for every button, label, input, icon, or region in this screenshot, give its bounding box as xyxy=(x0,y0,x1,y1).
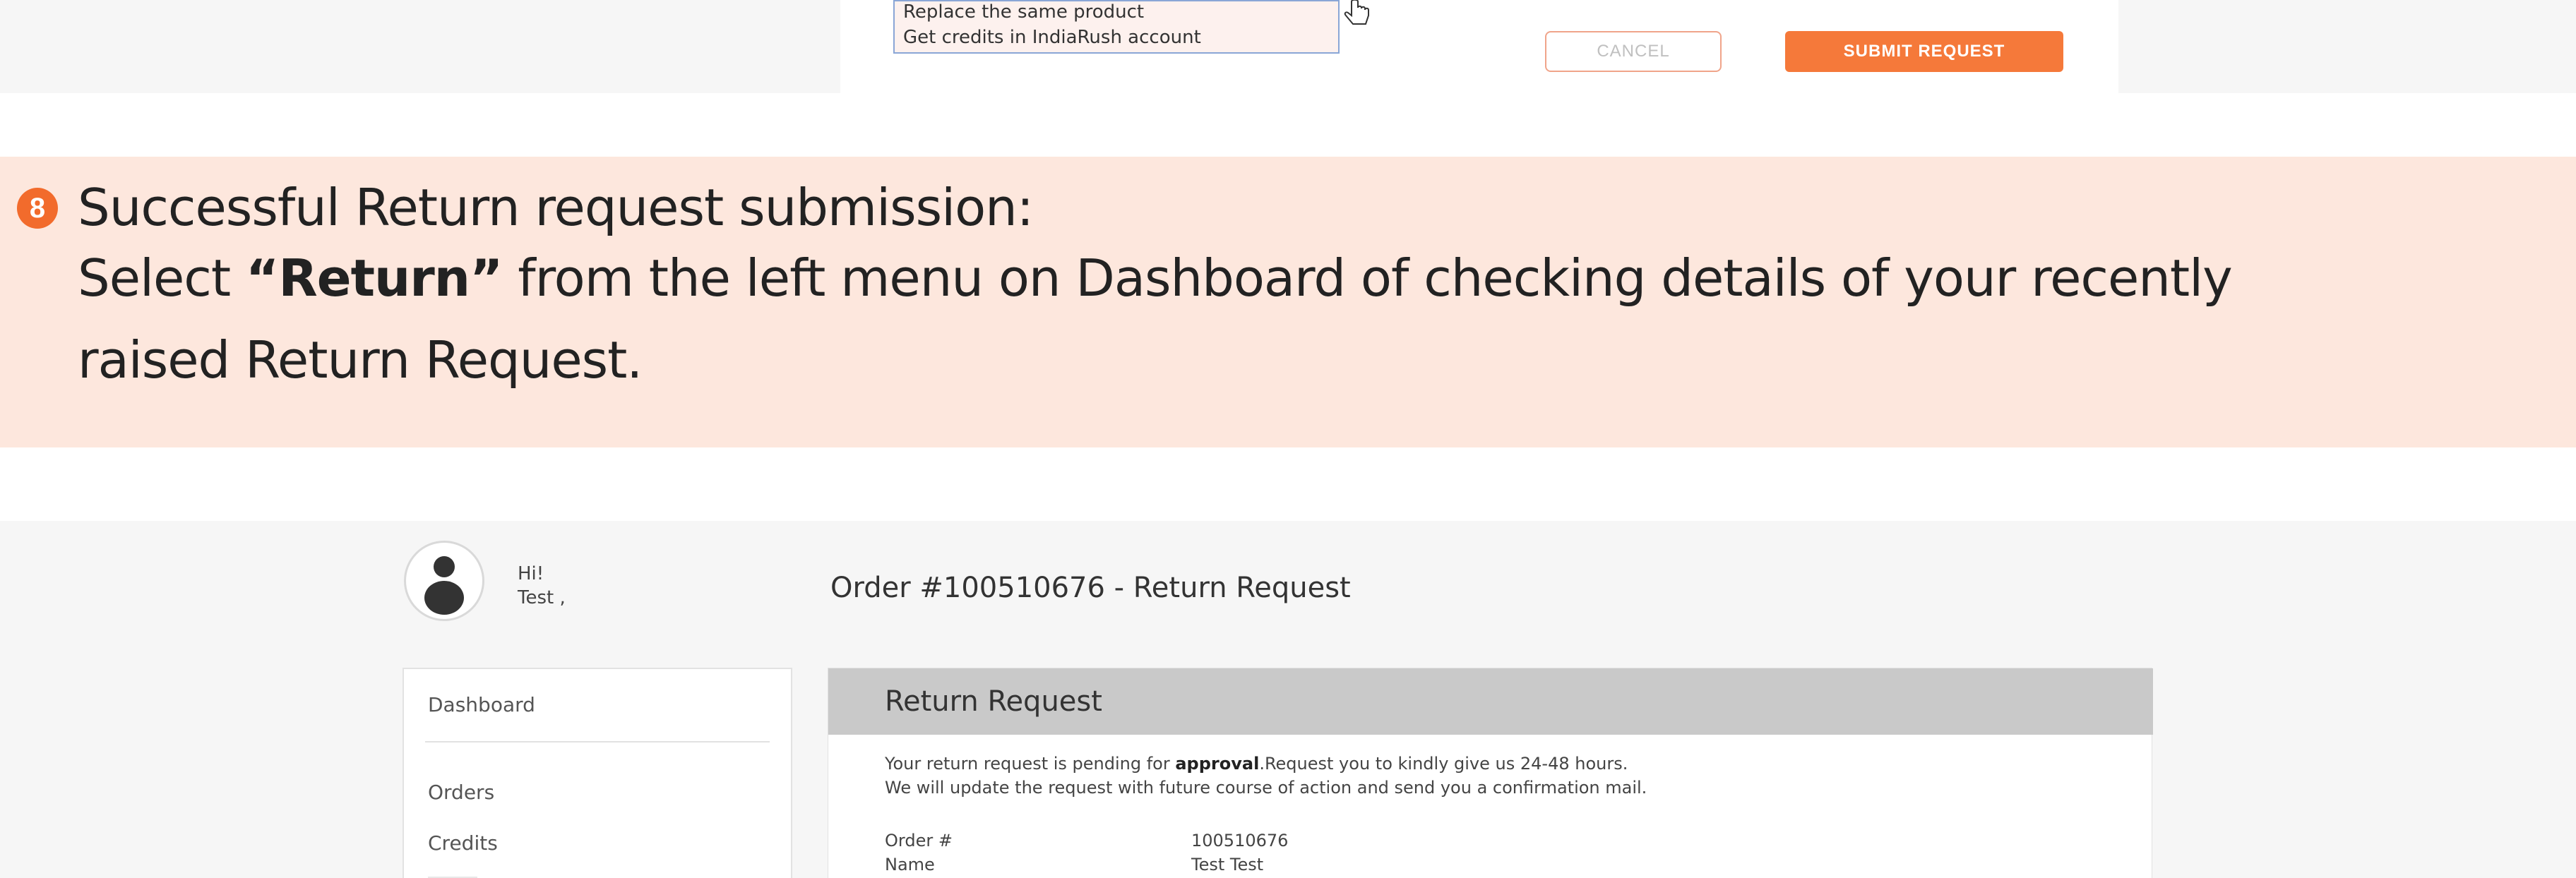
step-instruction-line: Select “Return” from the left menu on Da… xyxy=(78,248,2233,308)
message-line-2: We will update the request with future c… xyxy=(885,778,1647,798)
step-quote-close: ” xyxy=(470,248,503,308)
hand-pointer-icon xyxy=(1342,0,1380,28)
previous-step-screenshot: Replace the same product Get credits in … xyxy=(0,0,2576,93)
cancel-button[interactable]: CANCEL xyxy=(1545,31,1722,72)
step-keyword-return: Return xyxy=(278,248,470,308)
step-instruction-banner: 8 Successful Return request submission: … xyxy=(0,157,2576,447)
page: Replace the same product Get credits in … xyxy=(0,0,2576,878)
message-bold: approval xyxy=(1175,754,1260,774)
detail-label: Order # xyxy=(885,831,953,850)
detail-value: Test Test xyxy=(1191,855,1264,874)
message-pre: Your return request is pending for xyxy=(885,754,1176,774)
message-post: .Request you to kindly give us 24-48 hou… xyxy=(1259,754,1628,774)
resolution-dropdown-list[interactable]: Replace the same product Get credits in … xyxy=(893,0,1340,54)
detail-label: Name xyxy=(885,855,935,874)
account-screenshot: Hi! Test , Order #100510676 - Return Req… xyxy=(0,521,2576,878)
panel-message: Your return request is pending for appro… xyxy=(885,752,1647,800)
dropdown-option-replace[interactable]: Replace the same product xyxy=(903,1,1144,23)
step-instruction-line-end: raised Return Request. xyxy=(78,330,643,390)
panel-title: Return Request xyxy=(885,685,1102,718)
page-title: Order #100510676 - Return Request xyxy=(830,572,1351,604)
greeting: Hi! Test , xyxy=(518,562,566,610)
submit-request-button[interactable]: SUBMIT REQUEST xyxy=(1785,31,2063,72)
account-sidebar: Dashboard Orders Credits xyxy=(402,668,792,878)
user-avatar-icon xyxy=(404,541,484,621)
step-text-post: from the left menu on Dashboard of check… xyxy=(502,248,2232,308)
message-line-1: Your return request is pending for appro… xyxy=(885,752,1647,776)
greeting-hi: Hi! xyxy=(518,563,544,584)
step-quote-open: “ xyxy=(246,248,279,308)
dropdown-option-credits[interactable]: Get credits in IndiaRush account xyxy=(903,27,1201,48)
sidebar-item-orders[interactable]: Orders xyxy=(428,781,494,804)
sidebar-divider xyxy=(425,741,770,742)
greeting-name: Test , xyxy=(518,587,566,608)
sidebar-item-dashboard[interactable]: Dashboard xyxy=(428,693,535,716)
step-text-pre: Select xyxy=(78,248,246,308)
sidebar-item-credits[interactable]: Credits xyxy=(428,831,498,855)
return-request-panel: Return Request Your return request is pe… xyxy=(828,668,2153,878)
panel-header: Return Request xyxy=(828,668,2153,735)
step-number-badge: 8 xyxy=(17,188,58,229)
detail-value: 100510676 xyxy=(1191,831,1289,850)
step-heading: Successful Return request submission: xyxy=(78,178,1034,237)
